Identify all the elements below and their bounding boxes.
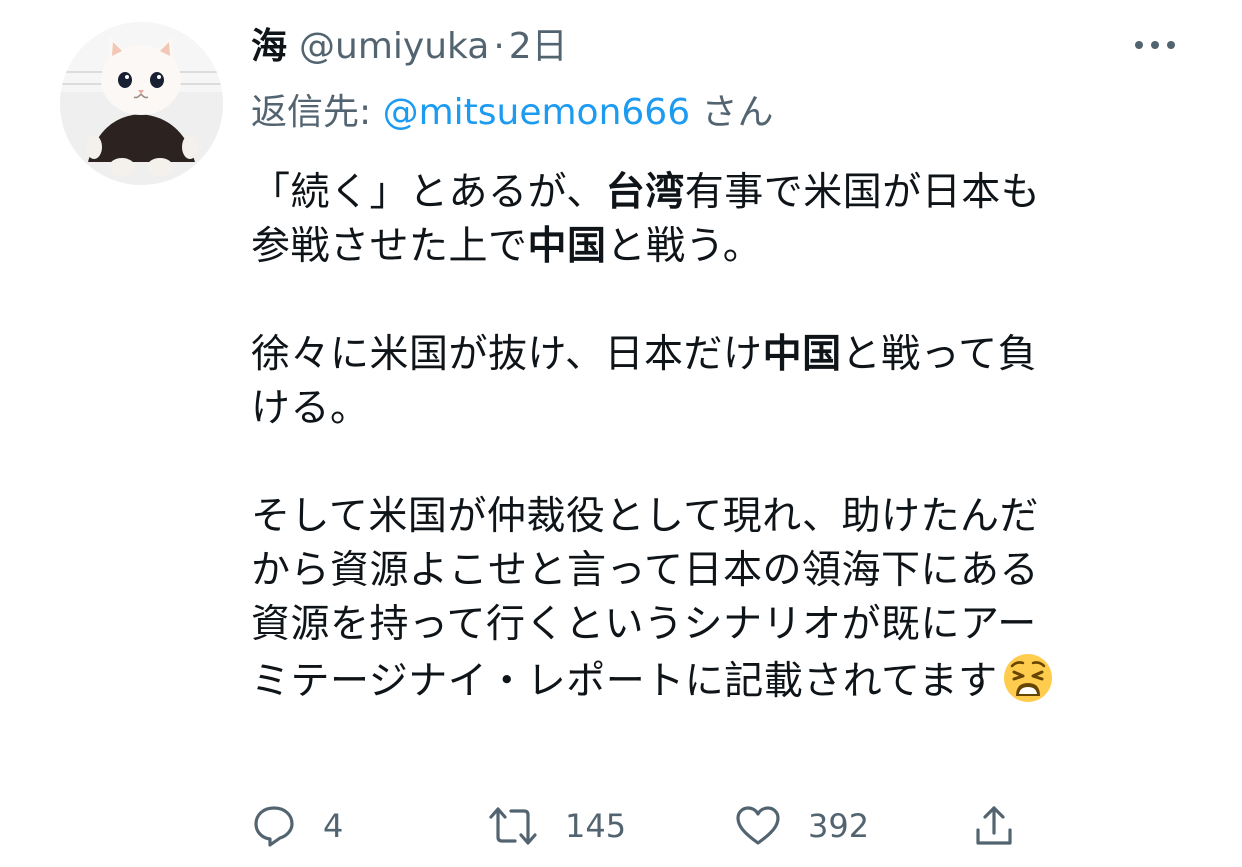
share-icon [971, 803, 1017, 849]
more-options-icon[interactable] [1130, 30, 1180, 60]
reply-mention-link[interactable]: @mitsuemon666 [383, 92, 691, 133]
retweet-icon [487, 803, 539, 849]
like-count: 392 [808, 807, 870, 845]
tweet-header: 海 @umiyuka · 2日 [251, 18, 568, 76]
text-run: 徐々に米国が抜け、日本だけ [251, 332, 763, 377]
cat-plush-avatar-image [60, 22, 223, 185]
heart-icon [734, 803, 782, 849]
bold-text-run: 中国 [762, 332, 842, 377]
retweet-count: 145 [565, 807, 627, 845]
separator-dot: · [493, 26, 505, 67]
reply-to-line: 返信先: @mitsuemon666 さん [251, 84, 774, 142]
like-button[interactable]: 392 [734, 798, 869, 854]
text-run: ミテージナイ・レポートに記載されてます [251, 659, 998, 704]
tweet-line: 「続く」とあるが、台湾有事で米国が日本も [251, 166, 1171, 220]
text-run: 「続く」とあるが、 [251, 170, 606, 215]
tweet-line: 資源を持って行くというシナリオが既にアー [251, 602, 1037, 647]
reply-icon [251, 803, 297, 849]
tweet-paragraph-1: 「続く」とあるが、台湾有事で米国が日本も 参戦させた上で中国と戦う。 [251, 166, 1171, 274]
text-run: 有事で米国が日本も [684, 170, 1041, 215]
reply-prefix: 返信先: [251, 92, 383, 133]
share-button[interactable] [971, 798, 1017, 854]
avatar[interactable] [60, 22, 223, 185]
tweet-line: 参戦させた上で中国と戦う。 [251, 220, 1171, 274]
tweet-line: から資源よこせと言って日本の領海下にある [251, 548, 1040, 593]
reply-button[interactable]: 4 [251, 798, 343, 854]
user-handle[interactable]: @umiyuka [299, 18, 489, 76]
tweet-paragraph-2: 徐々に米国が抜け、日本だけ中国と戦って負 ける。 [251, 328, 1171, 436]
tweet-actions: 4 145 392 [251, 798, 1041, 854]
tweet-paragraph-3: そして米国が仲裁役として現れ、助けたんだ から資源よこせと言って日本の領海下にあ… [251, 490, 1171, 709]
tweet-body: 「続く」とあるが、台湾有事で米国が日本も 参戦させた上で中国と戦う。 徐々に米国… [251, 166, 1171, 709]
bold-text-run: 台湾 [605, 170, 685, 215]
weary-face-emoji-icon [1002, 652, 1054, 704]
reply-suffix: さん [690, 92, 774, 133]
display-name[interactable]: 海 [251, 18, 287, 76]
tweet-line: ミテージナイ・レポートに記載されてます [251, 652, 1171, 709]
timestamp[interactable]: 2日 [509, 18, 568, 76]
reply-count: 4 [323, 807, 344, 845]
text-run: と戦って負 [841, 332, 1038, 377]
bold-text-run: 中国 [527, 224, 607, 269]
retweet-button[interactable]: 145 [487, 798, 626, 854]
tweet-line: そして米国が仲裁役として現れ、助けたんだ [251, 494, 1040, 539]
text-run: 参戦させた上で [251, 224, 528, 269]
tweet-line: 徐々に米国が抜け、日本だけ中国と戦って負 [251, 328, 1171, 382]
tweet-card: 海 @umiyuka · 2日 返信先: @mitsuemon666 さん 「続… [0, 0, 1242, 867]
tweet-line: ける。 [251, 386, 370, 431]
text-run: と戦う。 [606, 224, 763, 269]
